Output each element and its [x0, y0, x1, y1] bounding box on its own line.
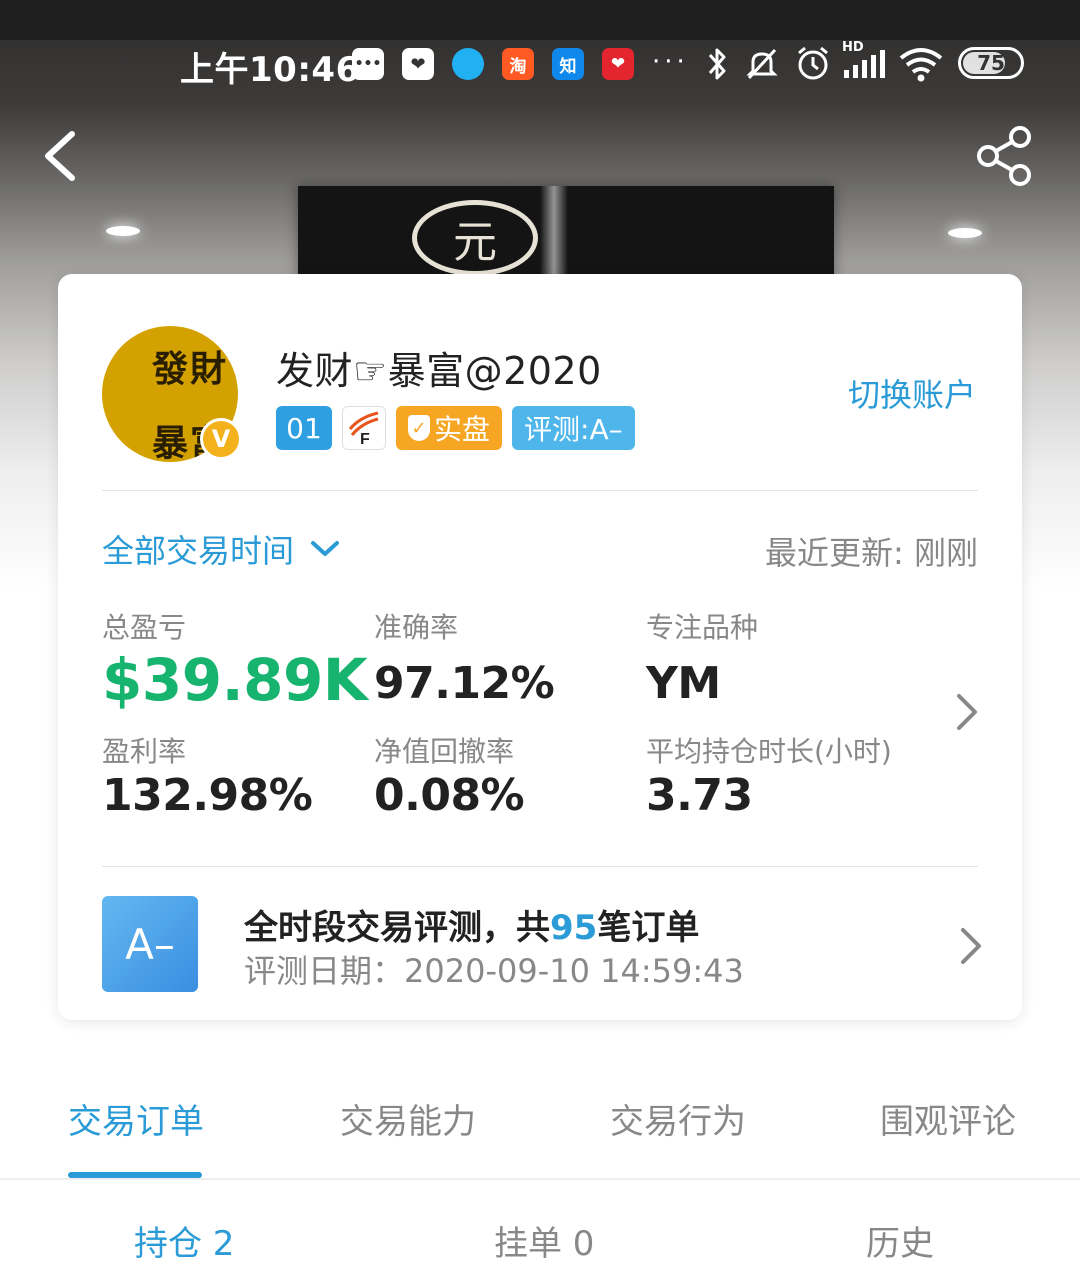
battery-indicator: 75: [958, 47, 1024, 79]
alarm-icon: [798, 46, 828, 80]
tab-trade-orders[interactable]: 交易订单: [68, 1094, 204, 1143]
profile-card: 發財 暴富 V 发财☞暴富@2020 01 F ✓ 实盘 评测:A– 切换账户 …: [58, 274, 1022, 1020]
evaluation-date: 评测日期：2020-09-10 14:59:43: [244, 952, 744, 990]
accuracy-label: 准确率: [374, 611, 459, 644]
wifi-icon: [899, 48, 943, 82]
evaluation-title-suffix: 笔订单: [597, 908, 700, 948]
app-bird-icon: [452, 48, 484, 80]
verified-badge-icon: V: [200, 418, 242, 460]
broker-logo-badge: F: [342, 406, 386, 450]
evaluation-chevron-icon: [961, 928, 981, 964]
account-number-badge: 01: [276, 406, 332, 450]
total-pnl-label: 总盈亏: [102, 611, 187, 644]
evaluation-row[interactable]: A– 全时段交易评测，共95笔订单 评测日期：2020-09-10 14:59:…: [102, 894, 982, 994]
message-icon: •••: [352, 48, 384, 80]
share-icon[interactable]: [974, 124, 1036, 188]
mute-bell-icon: [746, 48, 778, 80]
broker-logo-letter: F: [360, 431, 370, 447]
profit-rate-value: 132.98%: [102, 770, 313, 821]
divider: [102, 490, 978, 491]
divider: [102, 866, 978, 867]
light-beam: [540, 186, 568, 286]
drawdown-label: 净值回撤率: [374, 735, 515, 768]
broker-logo-icon: F: [348, 411, 379, 447]
evaluation-title-prefix: 全时段交易评测，共: [244, 908, 550, 948]
shield-check-icon: ✓: [408, 415, 430, 441]
tab-comments[interactable]: 围观评论: [880, 1094, 1016, 1143]
chevron-down-icon: [311, 541, 340, 556]
subtab-positions[interactable]: 持仓 2: [134, 1216, 234, 1265]
back-arrow-icon[interactable]: [36, 128, 86, 184]
app-red-heart-icon: ❤: [602, 48, 634, 80]
last-updated: 最近更新: 刚刚: [765, 534, 978, 572]
stats-detail-chevron-icon[interactable]: [954, 692, 980, 732]
evaluation-order-count: 95: [550, 908, 598, 948]
username: 发财☞暴富@2020: [276, 349, 602, 393]
period-selector[interactable]: 全部交易时间: [102, 526, 340, 572]
avatar-text-line1: 發財: [152, 348, 229, 390]
total-pnl-value: $39.89K: [102, 646, 368, 714]
drawdown-value: 0.08%: [374, 770, 525, 821]
more-notifications-icon: ···: [652, 47, 689, 77]
status-bar: 上午10:46 ••• ❤ 淘 知 ❤ ··· HD 75: [0, 36, 1080, 92]
status-time: 上午10:46: [180, 50, 360, 90]
focus-symbol-value: YM: [646, 658, 721, 709]
rating-badge: 评测:A–: [512, 406, 635, 450]
ceiling-lamp: [106, 226, 140, 236]
avg-hold-time-label: 平均持仓时长(小时): [646, 735, 892, 768]
accuracy-value: 97.12%: [374, 658, 555, 709]
tab-trade-ability[interactable]: 交易能力: [340, 1094, 476, 1143]
profit-rate-label: 盈利率: [102, 735, 187, 768]
signal-icon: [844, 50, 885, 78]
battery-level: 75: [977, 51, 1005, 75]
ceiling-shape: [0, 0, 1080, 40]
tab-trade-behavior[interactable]: 交易行为: [610, 1094, 746, 1143]
period-label: 全部交易时间: [102, 532, 295, 570]
badge-row: 01 F ✓ 实盘 评测:A–: [276, 406, 635, 450]
live-account-badge: ✓ 实盘: [396, 406, 503, 450]
evaluation-grade-icon: A–: [102, 896, 198, 992]
bluetooth-icon: [708, 48, 726, 80]
zhihu-icon: 知: [552, 48, 584, 80]
order-subtabs: 持仓 2 挂单 0 历史: [0, 1180, 1080, 1273]
taobao-icon: 淘: [502, 48, 534, 80]
app-heart-icon: ❤: [402, 48, 434, 80]
main-tabs: 交易订单 交易能力 交易行为 围观评论: [0, 1080, 1080, 1180]
store-sign-logo: 元: [412, 200, 538, 276]
switch-account-link[interactable]: 切换账户: [848, 370, 976, 416]
subtab-history[interactable]: 历史: [866, 1216, 934, 1265]
subtab-pending-orders[interactable]: 挂单 0: [494, 1216, 594, 1265]
live-account-label: 实盘: [434, 413, 491, 446]
focus-symbol-label: 专注品种: [646, 611, 759, 644]
ceiling-lamp: [948, 228, 982, 238]
evaluation-title: 全时段交易评测，共95笔订单: [244, 900, 699, 949]
avg-hold-time-value: 3.73: [646, 770, 753, 821]
